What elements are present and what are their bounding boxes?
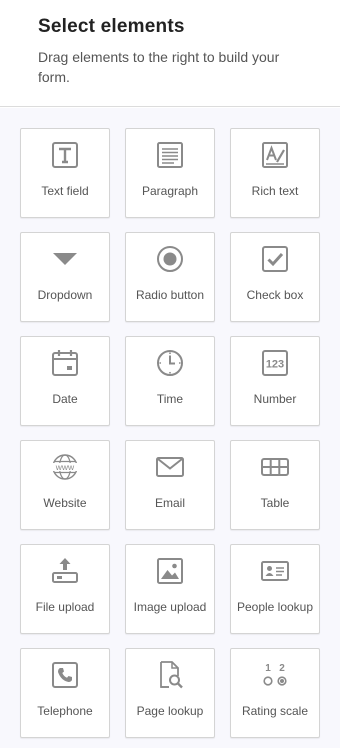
dropdown-icon [21,243,109,275]
element-label: Dropdown [37,288,93,302]
element-label: Website [43,496,87,510]
radio-button-icon [126,243,214,275]
element-email[interactable]: Email [125,440,215,530]
element-table[interactable]: Table [230,440,320,530]
globe-icon: www [21,451,109,483]
element-label: Page lookup [136,704,204,718]
element-label: Radio button [135,288,205,302]
element-number[interactable]: 123 Number [230,336,320,426]
element-check-box[interactable]: Check box [230,232,320,322]
paragraph-icon [126,139,214,171]
clock-icon [126,347,214,379]
number-icon-text: 123 [266,359,284,371]
number-icon: 123 [231,347,319,379]
element-label: Paragraph [141,184,199,198]
file-upload-icon [21,555,109,587]
envelope-icon [126,451,214,483]
element-text-field[interactable]: Text field [20,128,110,218]
element-label: Image upload [133,600,207,614]
element-label: People lookup [236,600,314,614]
panel-subtitle: Drag elements to the right to build your… [38,49,280,85]
element-rating-scale[interactable]: 12 Rating scale [230,648,320,738]
elements-panel: Text field Paragraph Rich text Dropdown [0,108,340,748]
text-field-icon [21,139,109,171]
element-label: Rating scale [241,704,309,718]
page-search-icon [126,659,214,691]
contact-card-icon [231,555,319,587]
element-radio-button[interactable]: Radio button [125,232,215,322]
element-website[interactable]: www Website [20,440,110,530]
element-page-lookup[interactable]: Page lookup [125,648,215,738]
element-paragraph[interactable]: Paragraph [125,128,215,218]
element-label: Check box [246,288,304,302]
phone-icon [21,659,109,691]
rich-text-icon [231,139,319,171]
calendar-icon [21,347,109,379]
element-dropdown[interactable]: Dropdown [20,232,110,322]
element-label: Telephone [37,704,93,718]
rating-scale-label-1: 1 [265,663,271,674]
globe-icon-text: www [55,462,75,472]
panel-header: Select elements Drag elements to the rig… [0,0,340,107]
element-label: Table [260,496,290,510]
element-label: Time [156,392,184,406]
element-image-upload[interactable]: Image upload [125,544,215,634]
image-icon [126,555,214,587]
elements-grid: Text field Paragraph Rich text Dropdown [20,128,320,738]
panel-title: Select elements [38,16,185,37]
table-icon [231,451,319,483]
rating-scale-label-2: 2 [279,663,285,674]
element-people-lookup[interactable]: People lookup [230,544,320,634]
element-file-upload[interactable]: File upload [20,544,110,634]
element-rich-text[interactable]: Rich text [230,128,320,218]
element-label: Date [52,392,78,406]
element-label: File upload [35,600,95,614]
element-label: Text field [41,184,89,198]
element-label: Rich text [251,184,299,198]
element-telephone[interactable]: Telephone [20,648,110,738]
rating-scale-icon: 12 [231,659,319,691]
element-label: Email [154,496,185,510]
element-label: Number [253,392,297,406]
check-box-icon [231,243,319,275]
element-date[interactable]: Date [20,336,110,426]
element-time[interactable]: Time [125,336,215,426]
